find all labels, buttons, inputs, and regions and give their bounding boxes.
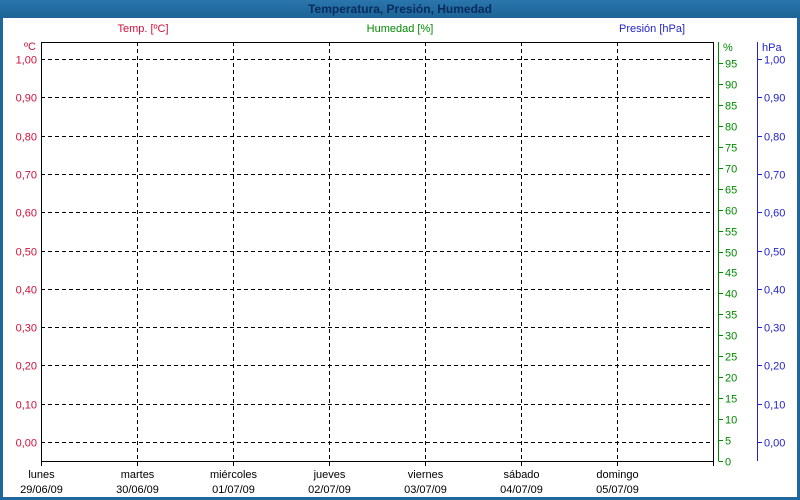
pressure-axis-tick-label: 0,70 <box>764 170 785 182</box>
humidity-axis-tick-label: 10 <box>725 415 737 427</box>
humidity-axis-tick-label: 65 <box>725 185 737 197</box>
chart-canvas: 0,00 0,00 0,10 0,10 0,20 0,20 0,30 0,30 0,40 0,40… <box>16 41 786 496</box>
legend-humidity: Humedad [%] <box>366 23 434 35</box>
humidity-axis-tick-label: 90 <box>725 80 737 92</box>
temp-axis-tick-label: 0,80 <box>16 132 37 144</box>
humidity-axis-tick-label: 20 <box>725 373 737 385</box>
x-axis-date-label: 05/07/09 <box>596 484 639 496</box>
humidity-axis-tick-label: 35 <box>725 310 737 322</box>
pressure-axis-tick-label: 0,80 <box>764 132 785 144</box>
pressure-axis-tick-label: 0,20 <box>764 361 785 373</box>
humidity-axis-tick-label: 30 <box>725 331 737 343</box>
x-axis-day-label: sábado <box>503 469 539 481</box>
humidity-axis-tick-label: 40 <box>725 289 737 301</box>
humidity-axis-tick-label: 80 <box>725 122 737 134</box>
temp-axis-tick-label: 0,90 <box>16 93 37 105</box>
humidity-axis-tick-label: 25 <box>725 352 737 364</box>
temp-axis-tick-label: 0,30 <box>16 323 37 335</box>
x-axis-day-label: miércoles <box>210 469 258 481</box>
window-title: Temperatura, Presión, Humedad <box>308 2 492 16</box>
temp-axis-tick-label: 0,20 <box>16 361 37 373</box>
pressure-axis-tick-label: 0,10 <box>764 400 785 412</box>
humidity-axis-tick-label: 5 <box>725 436 731 448</box>
humidity-axis-tick-label: 15 <box>725 394 737 406</box>
pressure-axis-tick-label: 0,50 <box>764 247 785 259</box>
humidity-axis-unit-label: % <box>723 42 733 54</box>
legend-pressure: Presión [hPa] <box>618 23 686 35</box>
temp-axis-unit-label: ºC <box>24 41 36 53</box>
x-axis-date-label: 04/07/09 <box>500 484 543 496</box>
x-axis-day-label: jueves <box>313 469 346 481</box>
x-axis-day-label: martes <box>121 469 155 481</box>
humidity-axis-tick-label: 0 <box>725 457 731 469</box>
humidity-axis-tick-label: 85 <box>725 101 737 113</box>
pressure-axis-tick-label: 0,00 <box>764 438 785 450</box>
pressure-axis-unit-label: hPa <box>762 42 782 54</box>
temp-axis-tick-label: 1,00 <box>16 55 37 67</box>
x-axis-date-label: 03/07/09 <box>404 484 447 496</box>
legend-temperature: Temp. [ºC] <box>117 23 169 35</box>
title-bar: Temperatura, Presión, Humedad <box>0 0 800 18</box>
temp-axis-tick-label: 0,60 <box>16 208 37 220</box>
temp-axis-tick-label: 0,00 <box>16 438 37 450</box>
humidity-axis-tick-label: 45 <box>725 268 737 280</box>
humidity-axis-tick-label: 60 <box>725 206 737 218</box>
humidity-axis-tick-label: 95 <box>725 59 737 71</box>
pressure-axis-tick-label: 0,30 <box>764 323 785 335</box>
temp-axis-tick-label: 0,50 <box>16 247 37 259</box>
pressure-axis-tick-label: 0,90 <box>764 93 785 105</box>
humidity-axis-tick-label: 70 <box>725 164 737 176</box>
temp-axis-tick-label: 0,10 <box>16 400 37 412</box>
humidity-axis-tick-label: 50 <box>725 248 737 260</box>
x-axis-date-label: 29/06/09 <box>20 484 63 496</box>
pressure-axis-tick-label: 0,60 <box>764 208 785 220</box>
window-border-left <box>0 0 3 500</box>
temp-axis-tick-label: 0,70 <box>16 170 37 182</box>
pressure-axis-tick-label: 1,00 <box>764 55 785 67</box>
x-axis-date-label: 01/07/09 <box>212 484 255 496</box>
app-window: Temperatura, Presión, Humedad Temp. [ºC]… <box>0 0 800 500</box>
pressure-axis-tick-label: 0,40 <box>764 285 785 297</box>
x-axis-date-label: 02/07/09 <box>308 484 351 496</box>
x-axis-day-label: domingo <box>596 469 638 481</box>
x-axis-day-label: lunes <box>28 469 55 481</box>
x-axis-date-label: 30/06/09 <box>116 484 159 496</box>
x-axis-day-label: viernes <box>408 469 444 481</box>
temp-axis-tick-label: 0,40 <box>16 285 37 297</box>
humidity-axis-tick-label: 55 <box>725 227 737 239</box>
humidity-axis-tick-label: 75 <box>725 143 737 155</box>
